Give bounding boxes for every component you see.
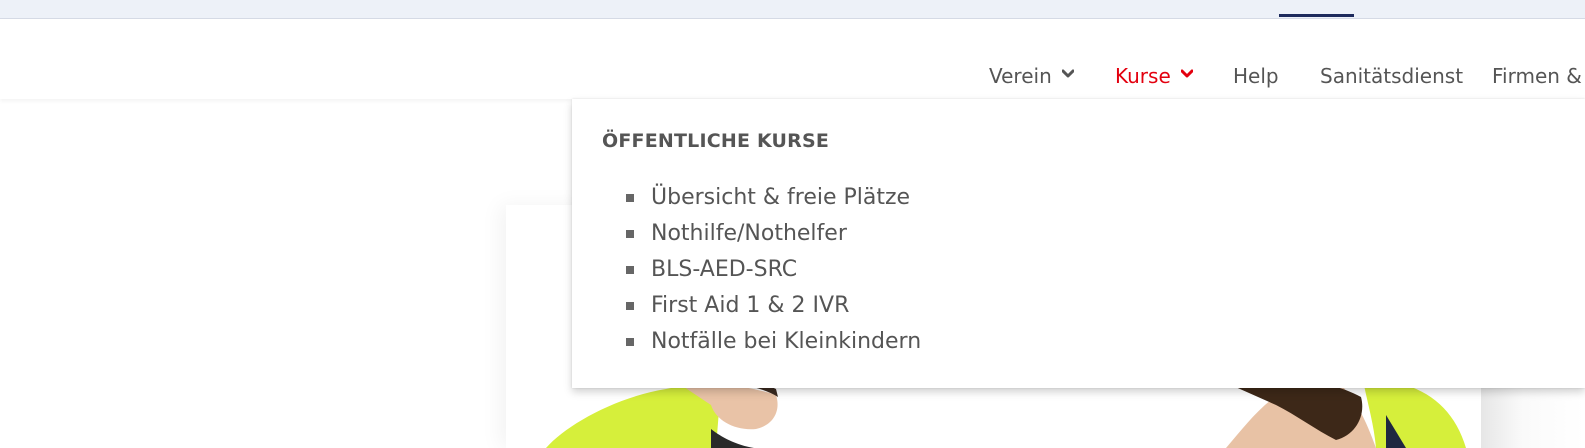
hero-image: [506, 385, 1481, 448]
square-bullet-icon: [626, 230, 634, 238]
nav-item-label: Verein: [989, 64, 1052, 88]
site-header: Verein Kurse Help Sanitätsdienst Firmen …: [0, 19, 1585, 99]
dropdown-item-label: Nothilfe/Nothelfer: [651, 221, 847, 246]
nav-item-help[interactable]: Help: [1233, 64, 1279, 88]
chevron-down-icon: [1061, 69, 1074, 77]
chevron-down-icon: [1180, 69, 1193, 77]
top-bar: [0, 0, 1585, 19]
square-bullet-icon: [626, 338, 634, 346]
nav-item-label: Kurse: [1115, 64, 1171, 88]
dropdown-item-label: First Aid 1 & 2 IVR: [651, 293, 850, 318]
dropdown-list: Übersicht & freie Plätze Nothilfe/Nothel…: [626, 180, 921, 360]
dropdown-item-label: Notfälle bei Kleinkindern: [651, 329, 922, 354]
square-bullet-icon: [626, 302, 634, 310]
nav-item-sanitaetsdienst[interactable]: Sanitätsdienst: [1320, 64, 1463, 88]
nav-item-firmen[interactable]: Firmen &: [1492, 64, 1582, 88]
dropdown-heading: ÖFFENTLICHE KURSE: [602, 130, 830, 152]
top-bar-active-indicator: [1279, 14, 1354, 17]
nav-item-label: Help: [1233, 64, 1279, 88]
dropdown-item-label: BLS-AED-SRC: [651, 257, 798, 282]
nav-item-label: Sanitätsdienst: [1320, 64, 1464, 88]
dropdown-item-bls-aed[interactable]: BLS-AED-SRC: [626, 252, 921, 288]
kurse-dropdown-menu: ÖFFENTLICHE KURSE Übersicht & freie Plät…: [572, 99, 1585, 388]
dropdown-item-notfaelle-kleinkinder[interactable]: Notfälle bei Kleinkindern: [626, 324, 921, 360]
first-aid-photo: [546, 385, 1466, 448]
nav-item-verein[interactable]: Verein: [989, 64, 1074, 88]
square-bullet-icon: [626, 266, 634, 274]
dropdown-item-uebersicht[interactable]: Übersicht & freie Plätze: [626, 180, 921, 216]
dropdown-item-nothilfe[interactable]: Nothilfe/Nothelfer: [626, 216, 921, 252]
nav-item-label: Firmen &: [1492, 64, 1582, 88]
square-bullet-icon: [626, 194, 634, 202]
dropdown-item-first-aid[interactable]: First Aid 1 & 2 IVR: [626, 288, 921, 324]
nav-item-kurse[interactable]: Kurse: [1115, 64, 1193, 88]
dropdown-item-label: Übersicht & freie Plätze: [651, 185, 911, 210]
